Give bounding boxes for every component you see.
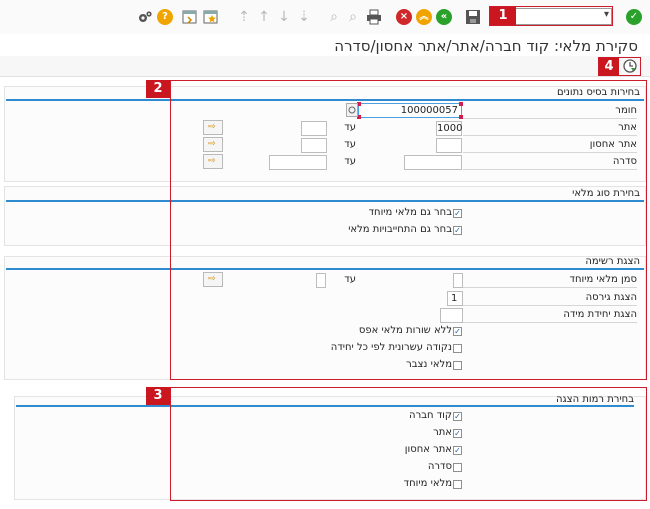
callout-label-2: 2 <box>146 80 170 98</box>
exit-icon[interactable]: ︽ <box>416 9 432 25</box>
find-next-icon: ⌕ <box>349 9 357 25</box>
callout-label-1: 1 <box>490 7 516 25</box>
callout-frame-3 <box>170 387 647 501</box>
confirm-icon[interactable]: ✓ <box>626 9 642 25</box>
callout-frame-2 <box>170 80 647 380</box>
find-icon: ⌕ <box>330 9 338 25</box>
print-icon[interactable] <box>366 9 382 25</box>
back-icon[interactable]: « <box>436 9 452 25</box>
prev-page-icon: ↑ <box>258 9 270 25</box>
callout-label-3: 3 <box>146 387 170 405</box>
help-icon[interactable]: ? <box>157 9 173 25</box>
last-page-icon: ⇣ <box>298 9 310 25</box>
cancel-icon[interactable]: × <box>396 9 412 25</box>
next-page-icon: ↓ <box>278 9 290 25</box>
application-toolbar <box>0 56 650 77</box>
save-icon[interactable] <box>465 9 481 25</box>
layout-icon[interactable] <box>182 9 198 25</box>
page-title: סקירת מלאי: קוד חברה/אתר/אתר אחסון/סדרה <box>334 37 638 55</box>
favorite-icon[interactable] <box>203 9 219 25</box>
first-page-icon: ⇡ <box>238 9 250 25</box>
gear-icon[interactable] <box>137 9 153 25</box>
callout-label-4: 4 <box>599 58 619 76</box>
